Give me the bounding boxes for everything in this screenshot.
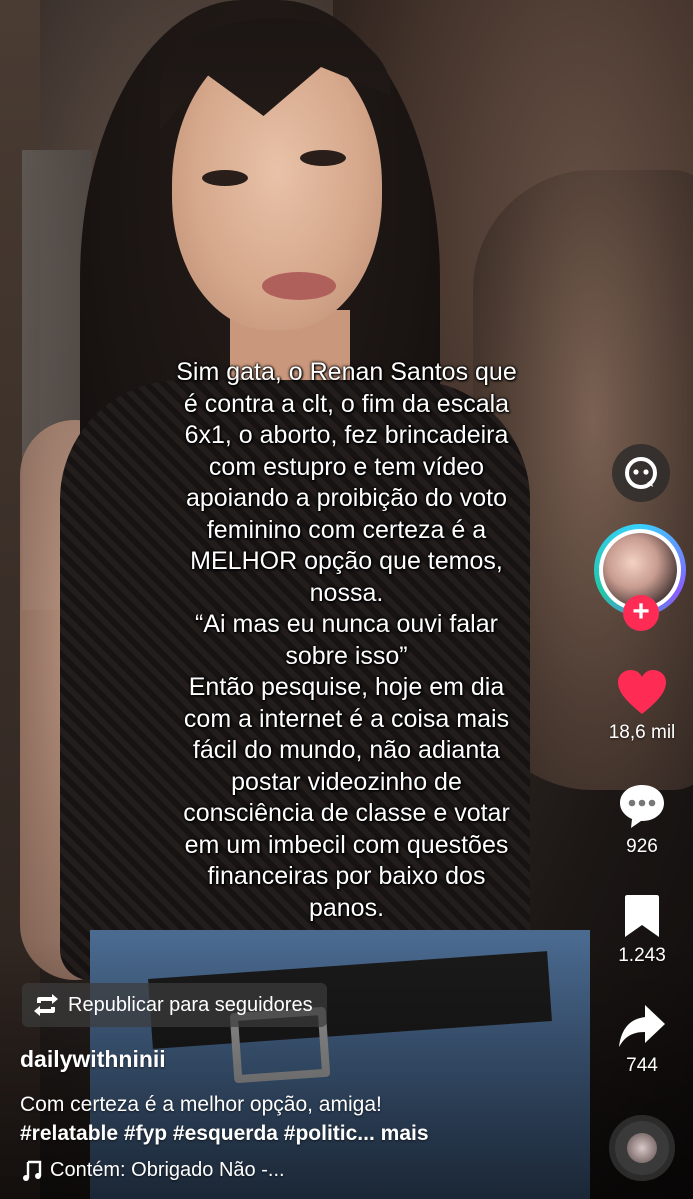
repost-label: Republicar para seguidores xyxy=(68,993,313,1016)
overlay-line: Então pesquise, hoje em dia xyxy=(188,673,505,701)
overlay-line: feminino com certeza é a xyxy=(206,515,487,544)
music-label: Contém: Obrigado Não -... xyxy=(50,1159,285,1181)
overlay-line: panos. xyxy=(308,893,385,922)
overlay-line: nossa. xyxy=(309,578,384,607)
share-button[interactable]: 744 xyxy=(604,1003,680,1077)
overlay-line: postar videozinho de xyxy=(231,767,462,796)
follow-button[interactable]: + xyxy=(623,595,659,631)
comment-icon xyxy=(620,785,664,828)
like-button[interactable]: 18,6 mil xyxy=(604,668,680,744)
video-lips xyxy=(262,272,336,300)
music-note-icon xyxy=(23,1160,42,1181)
creator-username[interactable]: dailywithninii xyxy=(20,1046,166,1073)
overlay-line: consciência de classe e votar xyxy=(183,799,510,827)
repost-icon xyxy=(34,994,58,1016)
overlay-line: financeiras por baixo dos xyxy=(207,862,486,890)
bookmark-icon xyxy=(625,895,659,937)
overlay-line: “Ai mas eu nunca ouvi falar xyxy=(195,610,498,638)
ai-chat-button[interactable] xyxy=(612,444,670,502)
overlay-line: sobre isso” xyxy=(285,641,408,670)
heart-icon xyxy=(618,670,666,714)
caption-text: Com certeza é a melhor opção, amiga! xyxy=(20,1093,382,1116)
music-disc-cover xyxy=(627,1133,657,1163)
share-count: 744 xyxy=(626,1055,658,1076)
caption-more-button[interactable]: mais xyxy=(381,1122,429,1145)
share-arrow-icon xyxy=(619,1005,665,1047)
comment-count: 926 xyxy=(626,836,658,857)
overlay-line: em um imbecil com questões xyxy=(184,830,509,859)
save-button[interactable]: 1.243 xyxy=(604,893,680,967)
video-screen[interactable]: Sim gata, o Renan Santos que é contra a … xyxy=(0,0,693,1199)
save-count: 1.243 xyxy=(618,945,666,966)
video-overlay-text: Sim gata, o Renan Santos que é contra a … xyxy=(150,357,543,924)
video-eye-left xyxy=(202,170,248,186)
overlay-line: com a internet é a coisa mais xyxy=(183,704,510,733)
overlay-line: MELHOR opção que temos, xyxy=(190,547,503,575)
music-disc[interactable] xyxy=(609,1115,675,1181)
overlay-line: com estupro e tem vídeo xyxy=(208,452,485,481)
overlay-line: Sim gata, o Renan Santos que xyxy=(176,358,517,386)
caption-hashtags[interactable]: #relatable #fyp #esquerda #politic... xyxy=(20,1122,375,1145)
video-caption[interactable]: Com certeza é a melhor opção, amiga! #re… xyxy=(20,1090,429,1148)
like-count: 18,6 mil xyxy=(608,722,676,743)
video-eye-right xyxy=(300,150,346,166)
overlay-line: fácil do mundo, não adianta xyxy=(192,736,501,764)
ai-chat-icon xyxy=(625,457,657,489)
overlay-line: apoiando a proibição do voto xyxy=(185,484,508,512)
overlay-line: é contra a clt, o fim da escala xyxy=(183,389,510,418)
comment-button[interactable]: 926 xyxy=(604,782,680,858)
music-info[interactable]: Contém: Obrigado Não -... xyxy=(22,1159,285,1182)
repost-button[interactable]: Republicar para seguidores xyxy=(22,983,327,1027)
overlay-line: 6x1, o aborto, fez brincadeira xyxy=(184,421,509,449)
caption-hashtags-row: #relatable #fyp #esquerda #politic... ma… xyxy=(20,1119,429,1148)
